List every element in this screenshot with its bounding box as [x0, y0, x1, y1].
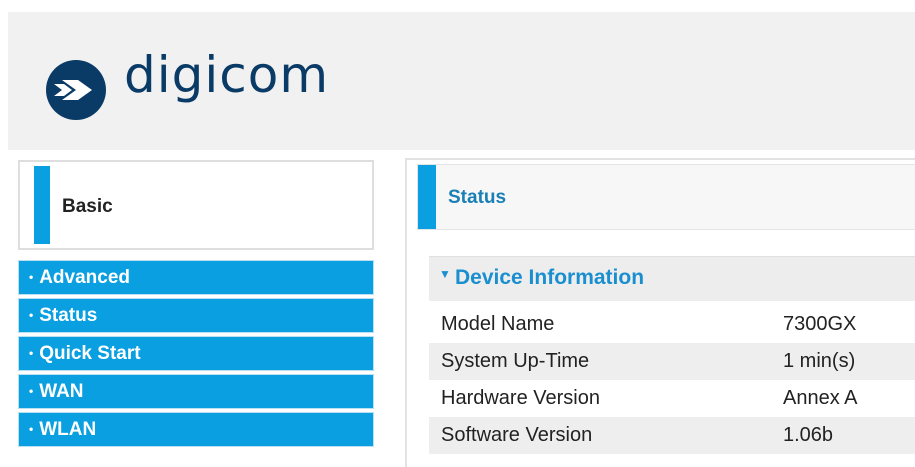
device-info-section-header[interactable]: ▼ Device Information [429, 256, 915, 301]
sidebar-item-label: Advanced [39, 267, 131, 288]
row-value: 7300GX [783, 313, 857, 335]
table-row: Hardware Version Annex A [429, 380, 915, 417]
main-panel: Status ▼ Device Information Model Name 7… [405, 158, 915, 467]
sidebar: Basic • Advanced • Status • Quick Start • WA… [18, 160, 374, 450]
sidebar-item-wlan[interactable]: • WLAN [18, 412, 374, 447]
sidebar-item-label: WLAN [39, 419, 97, 440]
triangle-down-icon: ▼ [439, 267, 451, 281]
bullet-icon: • [29, 422, 34, 437]
device-info-table: Model Name 7300GX System Up-Time 1 min(s… [429, 306, 915, 454]
bullet-icon: • [29, 308, 34, 323]
table-row: System Up-Time 1 min(s) [429, 343, 915, 380]
page-title: Status [448, 187, 507, 208]
sidebar-menu: • Advanced • Status • Quick Start • WAN • WLA… [18, 260, 374, 447]
bullet-icon: • [29, 384, 34, 399]
sidebar-item-quick-start[interactable]: • Quick Start [18, 336, 374, 371]
row-value: Annex A [783, 387, 858, 409]
row-key: Software Version [429, 417, 771, 454]
row-value: 1.06b [771, 417, 915, 454]
sidebar-basic-label: Basic [62, 196, 113, 217]
sidebar-item-label: WAN [39, 381, 84, 402]
bullet-icon: • [29, 270, 34, 285]
row-key: Hardware Version [441, 387, 600, 409]
basic-accent-bar [34, 166, 50, 244]
sidebar-item-status[interactable]: • Status [18, 298, 374, 333]
row-key: System Up-Time [429, 343, 771, 380]
row-key: Model Name [441, 313, 555, 335]
sidebar-item-label: Quick Start [39, 343, 141, 364]
section-title: Device Information [455, 266, 645, 289]
row-value: 1 min(s) [771, 343, 915, 380]
sidebar-item-advanced[interactable]: • Advanced [18, 260, 374, 295]
chevron-circle-icon [46, 60, 106, 120]
sidebar-basic[interactable]: Basic [18, 160, 374, 250]
header: digicom [0, 0, 915, 150]
table-row: Software Version 1.06b [429, 417, 915, 454]
logo-text: digicom [124, 46, 330, 104]
status-accent-bar [418, 165, 436, 229]
sidebar-item-label: Status [39, 305, 98, 326]
status-header: Status [417, 164, 915, 230]
bullet-icon: • [29, 346, 34, 361]
sidebar-item-wan[interactable]: • WAN [18, 374, 374, 409]
table-row: Model Name 7300GX [429, 306, 915, 343]
